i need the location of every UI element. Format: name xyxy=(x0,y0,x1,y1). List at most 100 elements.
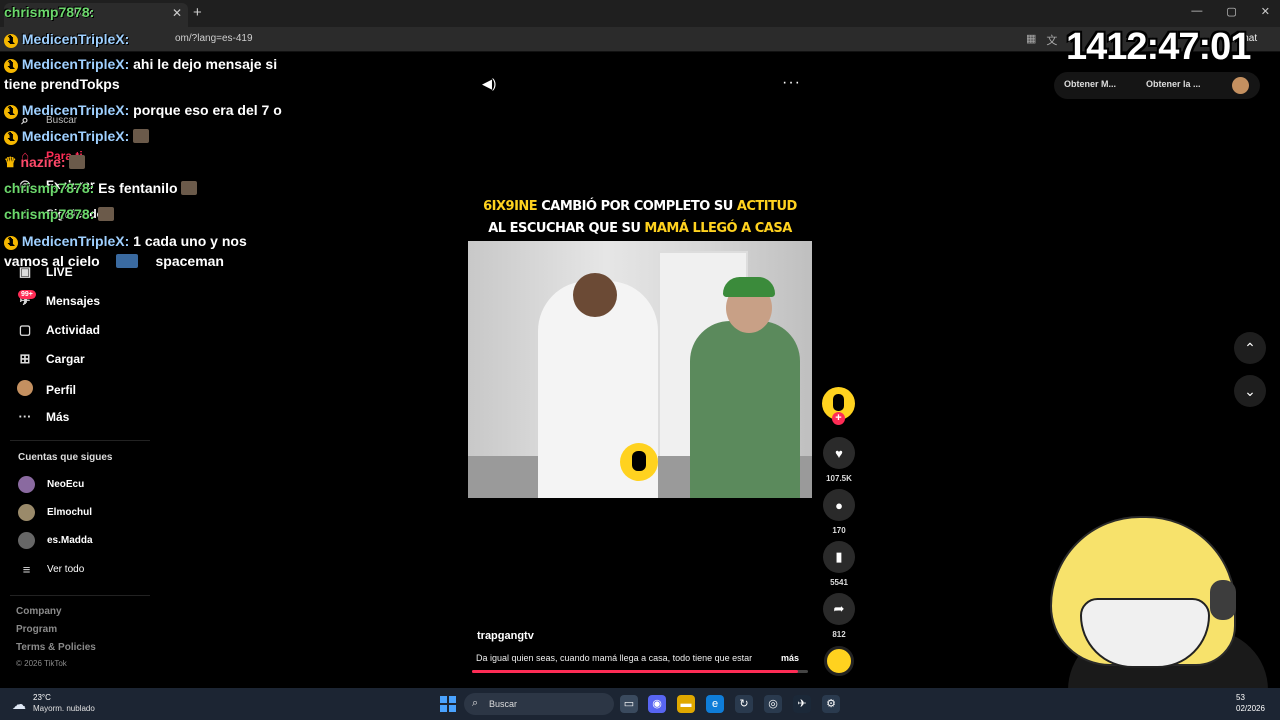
chat-text: tiene prendTokps xyxy=(4,76,120,92)
caption-highlight: MAMÁ LLEGÓ A CASA xyxy=(644,221,792,236)
follow-button[interactable]: + xyxy=(832,412,845,425)
video-progress-bar[interactable] xyxy=(472,670,808,673)
see-all-label: Ver todo xyxy=(47,564,85,575)
upload-icon: ⊞ xyxy=(19,351,31,366)
sidebar-item-actividad[interactable]: ▢ Actividad xyxy=(16,322,100,338)
like-count: 107.5K xyxy=(826,474,852,483)
see-all-link[interactable]: ≡ Ver todo xyxy=(18,562,85,577)
sidebar-item-label: Cargar xyxy=(46,352,85,366)
activity-icon: ▢ xyxy=(18,322,32,337)
next-video-button[interactable]: ⌄ xyxy=(1234,375,1266,407)
sub-badge-icon: 1 xyxy=(4,131,18,145)
weather-description[interactable]: Mayorm. nublado xyxy=(33,704,95,713)
chat-message: ♛ nazire: xyxy=(4,154,86,171)
sidebar-item-label: Actividad xyxy=(46,323,101,337)
chat-username: nazire: xyxy=(20,154,66,170)
following-account[interactable]: es.Madda xyxy=(18,532,93,549)
refresh-app-icon[interactable]: ↻ xyxy=(735,695,753,713)
chat-text: 1 cada uno y nos xyxy=(133,233,247,249)
sidebar-item-label: Mensajes xyxy=(46,294,101,308)
taskbar-search[interactable]: ⌕ Buscar xyxy=(464,693,614,715)
chat-message: chrismp7878: xyxy=(4,206,115,222)
music-disc-icon[interactable] xyxy=(824,646,854,676)
minimize-button[interactable]: — xyxy=(1191,5,1202,18)
footer-terms-link[interactable]: Terms & Policies xyxy=(16,642,96,653)
previous-video-button[interactable]: ⌃ xyxy=(1234,332,1266,364)
top-right-actions: Obtener M... Obtener la ... xyxy=(1054,72,1260,99)
chat-username: chrismp7878: xyxy=(4,180,95,196)
description-more-link[interactable]: más xyxy=(781,653,799,663)
url-field[interactable]: om/?lang=es-419 xyxy=(175,33,253,44)
task-view-icon[interactable]: ▭ xyxy=(620,695,638,713)
like-action[interactable]: ♥ 107.5K xyxy=(823,437,855,483)
account-name: es.Madda xyxy=(47,535,93,546)
tray-time[interactable]: 53 xyxy=(1236,693,1245,702)
footer-company-link[interactable]: Company xyxy=(16,606,62,617)
steam-icon[interactable]: ✈ xyxy=(793,695,811,713)
profile-icon xyxy=(16,380,34,399)
maximize-button[interactable]: ▢ xyxy=(1226,5,1236,18)
chat-text: Es fentanilo xyxy=(98,180,178,196)
caption-line-1: 6IX9INE CAMBIÓ POR COMPLETO SU ACTITUD xyxy=(468,196,812,218)
weather-temperature[interactable]: 23°C xyxy=(33,693,51,702)
save-count: 5541 xyxy=(830,578,848,587)
sidebar-item-cargar[interactable]: ⊞ Cargar xyxy=(16,351,85,367)
crown-icon: ♛ xyxy=(4,154,17,170)
following-account[interactable]: Elmochul xyxy=(18,504,92,521)
more-options-icon[interactable]: ··· xyxy=(782,74,801,92)
progress-fill xyxy=(472,670,798,673)
weather-cloud-icon[interactable]: ☁ xyxy=(12,696,26,713)
chat-message: vamos al cielo spaceman xyxy=(4,253,224,269)
video-player[interactable] xyxy=(468,241,812,498)
profile-avatar[interactable] xyxy=(1232,77,1249,94)
video-author[interactable]: trapgangtv xyxy=(477,630,534,642)
chat-text: vamos al cielo xyxy=(4,253,100,269)
messages-badge: 99+ xyxy=(18,290,36,299)
volume-icon[interactable]: ◀) xyxy=(482,76,496,92)
start-button[interactable] xyxy=(440,696,456,712)
new-tab-button[interactable]: + xyxy=(193,4,202,21)
comment-icon[interactable]: ● xyxy=(823,489,855,521)
save-action[interactable]: ▮ 5541 xyxy=(823,541,855,587)
sidebar-item-perfil[interactable]: Perfil xyxy=(16,380,76,399)
get-coins-button[interactable]: Obtener M... xyxy=(1064,79,1116,89)
following-account[interactable]: NeoEcu xyxy=(18,476,84,493)
file-explorer-icon[interactable]: ▬ xyxy=(677,695,695,713)
stream-timer: 1412:47:01 xyxy=(1066,26,1251,68)
comment-action[interactable]: ● 170 xyxy=(823,489,855,535)
translate-icon[interactable]: 文 xyxy=(1046,32,1057,48)
chat-username: MedicenTripleX: xyxy=(21,128,130,144)
caption-text: CAMBIÓ POR COMPLETO SU xyxy=(537,199,737,214)
vtuber-avatar-ear xyxy=(1210,580,1236,620)
apps-icon[interactable]: ▦ xyxy=(1026,32,1036,48)
sub-badge-icon: 1 xyxy=(4,105,18,119)
emote-icon xyxy=(181,181,198,195)
video-cap xyxy=(723,277,775,297)
emote-icon xyxy=(133,129,150,143)
chat-message: chrismp7878: xyxy=(4,4,94,20)
bookmark-icon[interactable]: ▮ xyxy=(823,541,855,573)
close-window-button[interactable]: ✕ xyxy=(1261,5,1270,18)
share-action[interactable]: ➦ 812 xyxy=(823,593,855,639)
list-icon: ≡ xyxy=(22,562,31,577)
chat-text: spaceman xyxy=(155,253,224,269)
footer-program-link[interactable]: Program xyxy=(16,624,57,635)
edge-icon[interactable]: e xyxy=(706,695,724,713)
share-icon[interactable]: ➦ xyxy=(823,593,855,625)
discord-icon[interactable]: ◉ xyxy=(648,695,666,713)
obs-icon[interactable]: ◎ xyxy=(764,695,782,713)
chat-text: ahi le dejo mensaje si xyxy=(133,56,278,72)
chat-username: chrismp7878: xyxy=(4,4,95,20)
get-app-button[interactable]: Obtener la ... xyxy=(1146,79,1201,89)
settings-gear-icon[interactable]: ⚙ xyxy=(822,695,840,713)
tray-date[interactable]: 02/2026 xyxy=(1236,704,1265,713)
close-tab-icon[interactable]: ✕ xyxy=(172,6,182,20)
video-top-controls: ◀) ··· xyxy=(470,74,810,96)
sidebar-item-mas[interactable]: ··· Más xyxy=(16,409,70,424)
comment-count: 170 xyxy=(832,526,846,535)
chat-message: 1 MedicenTripleX: xyxy=(4,31,129,48)
chat-message: 1 MedicenTripleX: porque eso era del 7 o xyxy=(4,102,282,119)
video-person-head xyxy=(573,273,617,317)
search-icon: ⌕ xyxy=(472,697,479,709)
heart-icon[interactable]: ♥ xyxy=(823,437,855,469)
